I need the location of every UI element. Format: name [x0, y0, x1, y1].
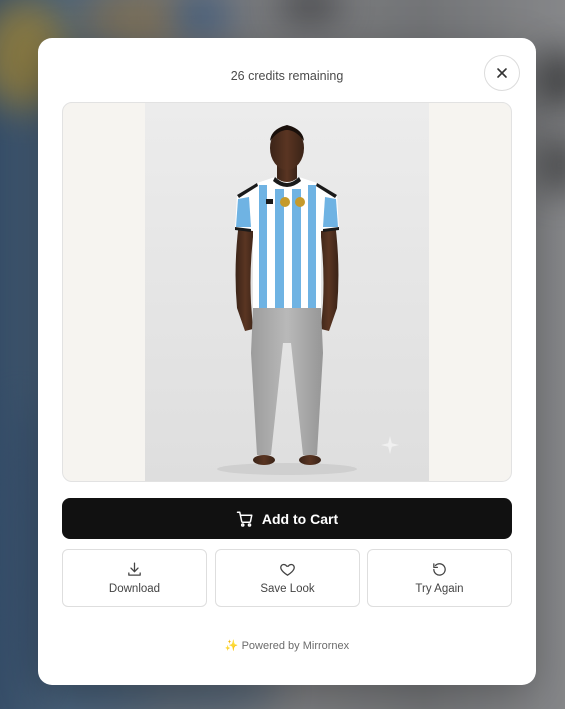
- download-label: Download: [108, 583, 161, 595]
- try-again-button[interactable]: Try Again: [367, 549, 512, 607]
- save-look-button[interactable]: Save Look: [215, 549, 360, 607]
- try-again-label: Try Again: [415, 583, 464, 595]
- result-image-frame: [62, 102, 512, 482]
- powered-by-footer: ✨ Powered by Mirrornex: [224, 640, 350, 652]
- close-button[interactable]: [484, 55, 520, 91]
- close-icon: [497, 68, 507, 78]
- person-illustration: [145, 103, 429, 481]
- add-to-cart-label: Add to Cart: [261, 510, 339, 527]
- secondary-actions: Download Save Look Try Again: [62, 549, 512, 607]
- tryon-result-image: [145, 103, 429, 481]
- download-button[interactable]: Download: [62, 549, 207, 607]
- heart-icon: [280, 563, 295, 576]
- add-to-cart-button[interactable]: Add to Cart: [62, 498, 512, 539]
- tryon-result-modal: 26 credits remaining Add to Cart Downloa…: [38, 38, 536, 685]
- cart-icon: [236, 511, 253, 527]
- refresh-icon: [433, 563, 446, 576]
- sparkle-icon: [381, 436, 399, 454]
- credits-remaining: 26 credits remaining: [230, 69, 344, 83]
- save-look-label: Save Look: [260, 583, 315, 595]
- download-icon: [128, 562, 141, 576]
